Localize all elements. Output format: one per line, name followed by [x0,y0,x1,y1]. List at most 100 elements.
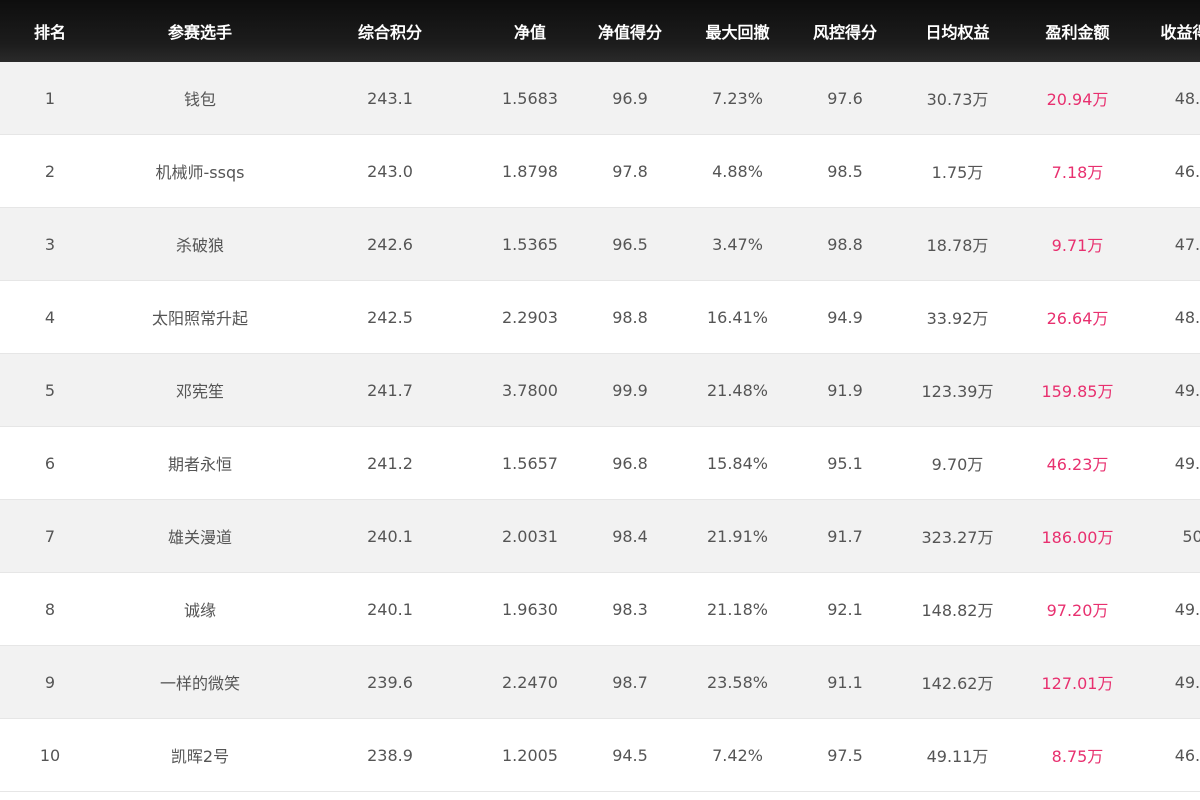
header-daily-equity[interactable]: 日均权益 [895,19,1020,43]
cell-net-value-score: 94.5 [612,745,648,765]
header-total-score[interactable]: 综合积分 [300,19,480,43]
cell-risk-score: 94.9 [827,307,863,327]
cell-max-drawdown: 21.48% [706,380,768,400]
cell-net-value: 3.7800 [502,380,558,400]
header-profit[interactable]: 盈利金额 [1020,19,1135,43]
cell-rank: 3 [44,234,56,254]
cell-daily-equity: 33.92万 [926,309,989,328]
table-row[interactable]: 5 邓宪笙 241.7 3.7800 99.9 21.48% 91.9 123.39万 159.… [0,354,1200,427]
header-player[interactable]: 参赛选手 [100,19,300,43]
header-risk-score[interactable]: 风控得分 [795,19,895,43]
cell-player[interactable]: 机械师-ssqs [100,159,300,183]
cell-profit: 186.00万 [1041,528,1114,547]
cell-profit: 8.75万 [1051,747,1104,766]
cell-player[interactable]: 一样的微笑 [100,670,300,694]
cell-rank: 10 [39,745,61,765]
cell-risk-score: 91.9 [827,380,863,400]
cell-player[interactable]: 期者永恒 [100,451,300,475]
cell-net-value: 2.2470 [502,672,558,692]
cell-rank: 5 [44,380,56,400]
cell-net-value-score: 96.8 [612,453,648,473]
header-net-value-score[interactable]: 净值得分 [580,19,680,43]
cell-total-score: 242.6 [367,234,413,254]
cell-net-value-score: 98.4 [612,526,648,546]
cell-max-drawdown: 7.23% [712,88,763,108]
cell-player[interactable]: 诚缘 [100,597,300,621]
table-header: 排名 参赛选手 综合积分 净值 净值得分 最大回撤 风控得分 日均权益 盈利金额… [0,0,1200,62]
cell-max-drawdown: 21.18% [706,599,768,619]
header-max-drawdown[interactable]: 最大回撤 [680,19,795,43]
cell-return-score: 48.8 [1174,307,1200,327]
table-row[interactable]: 9 一样的微笑 239.6 2.2470 98.7 23.58% 91.1 142.62万 12… [0,646,1200,719]
table-row[interactable]: 8 诚缘 240.1 1.9630 98.3 21.18% 92.1 148.82万 97.20… [0,573,1200,646]
table-row[interactable]: 7 雄关漫道 240.1 2.0031 98.4 21.91% 91.7 323.27万 186… [0,500,1200,573]
table-body: 1 钱包 243.1 1.5683 96.9 7.23% 97.6 30.73万 20.94万 4… [0,62,1200,792]
cell-profit: 26.64万 [1046,309,1109,328]
cell-risk-score: 97.6 [827,88,863,108]
cell-daily-equity: 142.62万 [921,674,994,693]
cell-profit: 46.23万 [1046,455,1109,474]
cell-profit: 7.18万 [1051,163,1104,182]
cell-net-value: 1.8798 [502,161,558,181]
cell-rank: 7 [44,526,56,546]
cell-total-score: 243.1 [367,88,413,108]
cell-player[interactable]: 邓宪笙 [100,378,300,402]
table-row[interactable]: 4 太阳照常升起 242.5 2.2903 98.8 16.41% 94.9 33.92万 26… [0,281,1200,354]
cell-risk-score: 92.1 [827,599,863,619]
cell-daily-equity: 323.27万 [921,528,994,547]
header-rank[interactable]: 排名 [0,19,100,43]
cell-return-score: 49.9 [1174,380,1200,400]
cell-net-value: 1.2005 [502,745,558,765]
cell-total-score: 241.2 [367,453,413,473]
header-return-score[interactable]: 收益得分 [1135,19,1200,43]
cell-net-value-score: 97.8 [612,161,648,181]
cell-total-score: 238.9 [367,745,413,765]
cell-net-value-score: 98.7 [612,672,648,692]
cell-net-value-score: 96.9 [612,88,648,108]
cell-risk-score: 98.8 [827,234,863,254]
cell-total-score: 243.0 [367,161,413,181]
cell-player[interactable]: 杀破狼 [100,232,300,256]
cell-max-drawdown: 16.41% [706,307,768,327]
cell-risk-score: 95.1 [827,453,863,473]
cell-rank: 8 [44,599,56,619]
cell-net-value: 1.9630 [502,599,558,619]
cell-risk-score: 91.7 [827,526,863,546]
table-row[interactable]: 1 钱包 243.1 1.5683 96.9 7.23% 97.6 30.73万 20.94万 4… [0,62,1200,135]
cell-return-score: 46.9 [1174,745,1200,765]
cell-return-score: 48.6 [1174,88,1200,108]
table-row[interactable]: 6 期者永恒 241.2 1.5657 96.8 15.84% 95.1 9.70万 46.23… [0,427,1200,500]
cell-max-drawdown: 21.91% [706,526,768,546]
cell-net-value: 2.0031 [502,526,558,546]
header-net-value[interactable]: 净值 [480,19,580,43]
cell-total-score: 241.7 [367,380,413,400]
cell-net-value: 1.5657 [502,453,558,473]
cell-net-value-score: 98.3 [612,599,648,619]
cell-rank: 9 [44,672,56,692]
cell-profit: 127.01万 [1041,674,1114,693]
table-row[interactable]: 3 杀破狼 242.6 1.5365 96.5 3.47% 98.8 18.78万 9.71万 4… [0,208,1200,281]
cell-daily-equity: 1.75万 [931,163,984,182]
cell-risk-score: 98.5 [827,161,863,181]
cell-player[interactable]: 太阳照常升起 [100,305,300,329]
ranking-table: 排名 参赛选手 综合积分 净值 净值得分 最大回撤 风控得分 日均权益 盈利金额… [0,0,1200,800]
cell-return-score: 49.8 [1174,672,1200,692]
cell-return-score: 50 [1182,526,1200,546]
cell-net-value: 1.5365 [502,234,558,254]
cell-player[interactable]: 钱包 [100,86,300,110]
cell-rank: 6 [44,453,56,473]
table-row[interactable]: 2 机械师-ssqs 243.0 1.8798 97.8 4.88% 98.5 1.75万 7.… [0,135,1200,208]
cell-net-value-score: 96.5 [612,234,648,254]
cell-profit: 159.85万 [1041,382,1114,401]
cell-max-drawdown: 4.88% [712,161,763,181]
cell-daily-equity: 9.70万 [931,455,984,474]
cell-return-score: 47.3 [1174,234,1200,254]
cell-net-value-score: 98.8 [612,307,648,327]
cell-risk-score: 97.5 [827,745,863,765]
cell-daily-equity: 148.82万 [921,601,994,620]
cell-player[interactable]: 凯晖2号 [100,743,300,767]
table-row[interactable]: 10 凯晖2号 238.9 1.2005 94.5 7.42% 97.5 49.11万 8.75… [0,719,1200,792]
cell-rank: 2 [44,161,56,181]
cell-player[interactable]: 雄关漫道 [100,524,300,548]
cell-return-score: 49.3 [1174,453,1200,473]
